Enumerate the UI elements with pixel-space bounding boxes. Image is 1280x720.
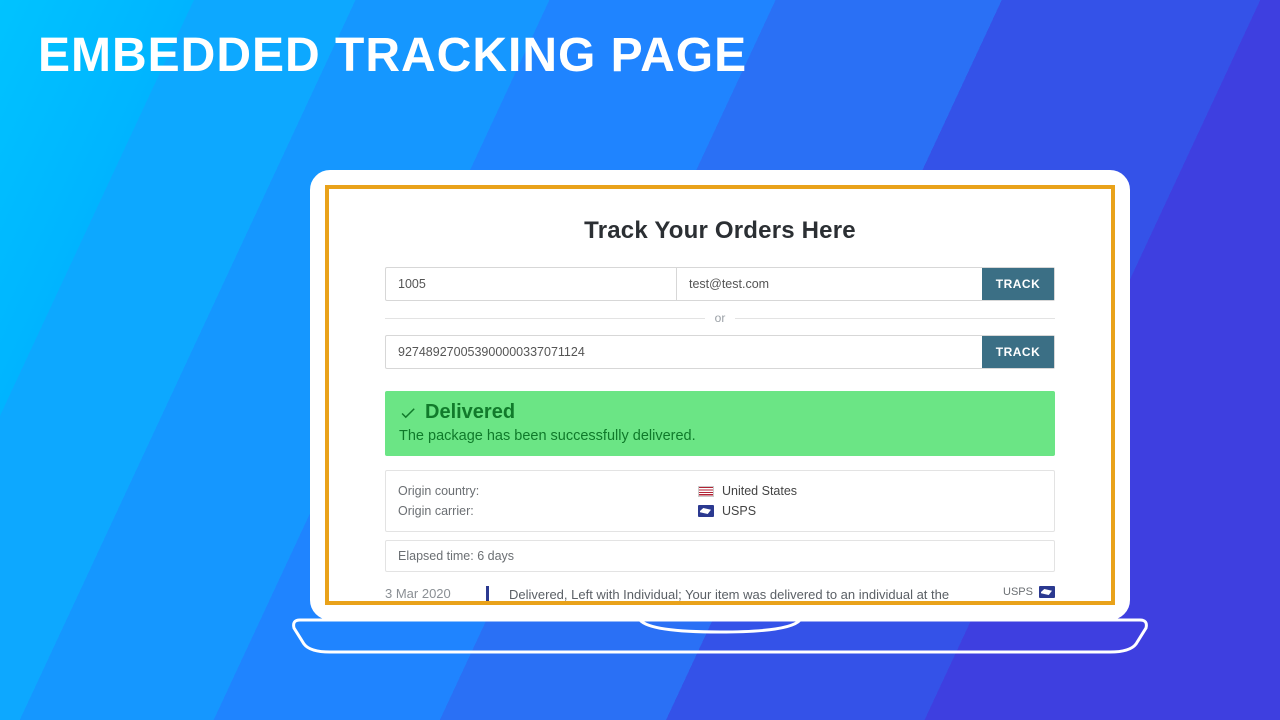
tracking-event: 3 Mar 2020 09:51 Delivered, Left with In… <box>385 586 1055 605</box>
or-separator: or <box>385 309 1055 327</box>
status-title: Delivered <box>425 401 515 424</box>
tracking-widget: Track Your Orders Here TRACK or TRACK <box>329 189 1111 605</box>
event-carrier: USPS <box>995 586 1055 598</box>
tracking-number-input[interactable] <box>386 336 982 368</box>
us-flag-icon <box>698 486 714 497</box>
origin-carrier-row: Origin carrier: USPS <box>398 501 1042 521</box>
event-datetime: 3 Mar 2020 09:51 <box>385 586 465 605</box>
origin-carrier-value-wrap: USPS <box>698 504 756 518</box>
tracking-number-row: TRACK <box>385 335 1055 369</box>
usps-icon <box>1039 586 1055 598</box>
event-date: 3 Mar 2020 <box>385 586 465 601</box>
usps-icon <box>698 505 714 517</box>
origin-country-value: United States <box>722 484 797 498</box>
screen-inner: Track Your Orders Here TRACK or TRACK <box>325 185 1115 605</box>
elapsed-time-box: Elapsed time: 6 days <box>385 540 1055 572</box>
event-carrier-label: USPS <box>1003 586 1033 598</box>
origin-carrier-value: USPS <box>722 504 756 518</box>
event-description: Delivered, Left with Individual; Your it… <box>509 586 981 605</box>
screen-frame: Track Your Orders Here TRACK or TRACK <box>310 170 1130 620</box>
or-label: or <box>705 311 736 325</box>
check-icon <box>399 404 417 422</box>
track-button-bottom[interactable]: TRACK <box>982 336 1054 368</box>
laptop-base <box>290 614 1150 654</box>
origin-carrier-label: Origin carrier: <box>398 504 698 518</box>
status-banner: Delivered The package has been successfu… <box>385 391 1055 456</box>
track-button-top[interactable]: TRACK <box>982 268 1054 300</box>
order-number-input[interactable] <box>386 268 676 300</box>
origin-country-row: Origin country: United States <box>398 481 1042 501</box>
origin-country-value-wrap: United States <box>698 484 797 498</box>
order-email-row: TRACK <box>385 267 1055 301</box>
email-input[interactable] <box>677 268 982 300</box>
status-subtitle: The package has been successfully delive… <box>399 428 1041 444</box>
status-title-row: Delivered <box>399 401 1041 424</box>
origin-info-box: Origin country: United States Origin car… <box>385 470 1055 532</box>
widget-title: Track Your Orders Here <box>385 217 1055 245</box>
page-headline: EMBEDDED TRACKING PAGE <box>38 28 747 83</box>
timeline-icon <box>479 586 495 605</box>
laptop-frame: Track Your Orders Here TRACK or TRACK <box>290 170 1150 690</box>
origin-country-label: Origin country: <box>398 484 698 498</box>
